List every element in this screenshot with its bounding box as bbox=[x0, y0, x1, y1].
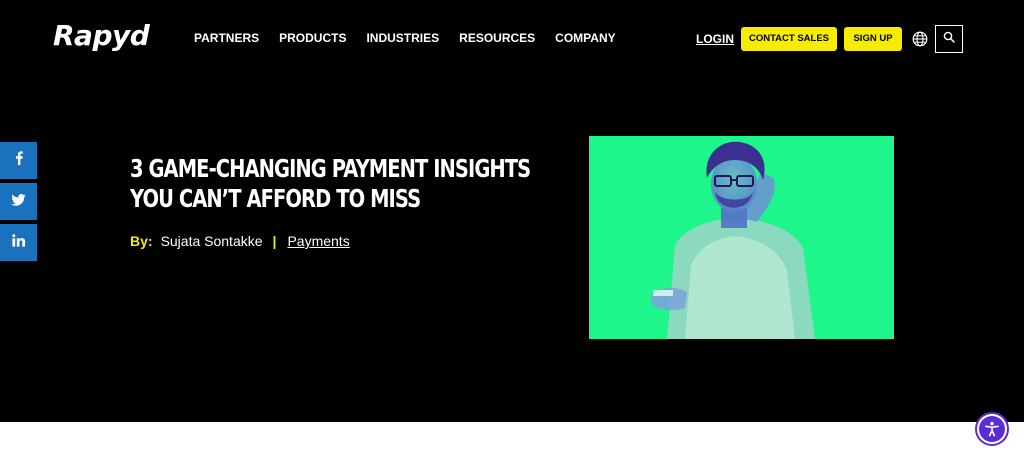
article-hero-image bbox=[589, 136, 894, 339]
author-name: Sujata Sontakke bbox=[160, 233, 263, 249]
logo[interactable]: Rapyd bbox=[53, 18, 150, 54]
linkedin-icon bbox=[12, 233, 26, 252]
byline-label: By: bbox=[130, 233, 153, 249]
nav-item-products[interactable]: PRODUCTS bbox=[279, 30, 346, 46]
category-link[interactable]: Payments bbox=[287, 232, 349, 250]
nav-item-industries[interactable]: INDUSTRIES bbox=[366, 30, 439, 46]
search-button[interactable] bbox=[935, 25, 963, 53]
facebook-icon bbox=[14, 151, 24, 170]
twitter-share-button[interactable] bbox=[0, 183, 37, 220]
article-byline: By: Sujata Sontakke | Payments bbox=[130, 232, 350, 250]
search-icon bbox=[943, 30, 955, 48]
article-title: 3 GAME-CHANGING PAYMENT INSIGHTS YOU CAN… bbox=[130, 154, 531, 214]
sign-up-button[interactable]: SIGN UP bbox=[844, 27, 902, 51]
twitter-icon bbox=[11, 193, 26, 211]
byline-separator: | bbox=[272, 233, 277, 249]
globe-icon[interactable] bbox=[912, 31, 928, 47]
facebook-share-button[interactable] bbox=[0, 142, 37, 179]
main-nav: PARTNERS PRODUCTS INDUSTRIES RESOURCES C… bbox=[194, 30, 616, 46]
nav-item-resources[interactable]: RESOURCES bbox=[459, 30, 535, 46]
linkedin-share-button[interactable] bbox=[0, 224, 37, 261]
contact-sales-button[interactable]: CONTACT SALES bbox=[741, 27, 837, 51]
person-portrait-image bbox=[651, 141, 815, 339]
accessibility-icon bbox=[979, 416, 1005, 442]
article-title-line: 3 GAME-CHANGING PAYMENT INSIGHTS bbox=[130, 154, 531, 183]
page-content-area bbox=[0, 422, 1024, 455]
accessibility-button[interactable] bbox=[975, 412, 1009, 446]
login-link[interactable]: LOGIN bbox=[696, 31, 734, 47]
nav-item-company[interactable]: COMPANY bbox=[555, 30, 615, 46]
article-title-line: YOU CAN’T AFFORD TO MISS bbox=[130, 184, 421, 213]
nav-item-partners[interactable]: PARTNERS bbox=[194, 30, 259, 46]
